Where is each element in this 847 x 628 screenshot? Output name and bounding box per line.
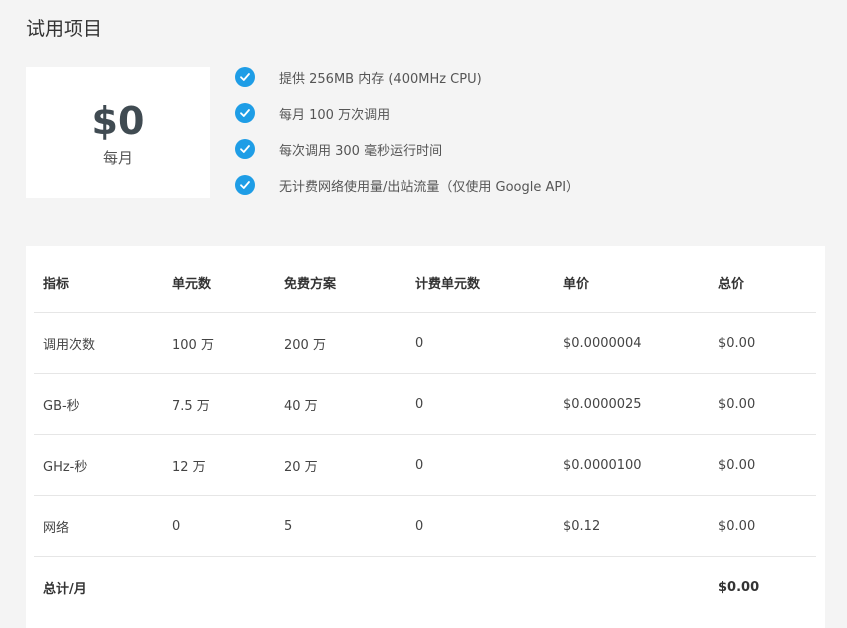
table-cell: 100 万 [163, 312, 275, 374]
header-unit-price: 单价 [554, 252, 709, 313]
total-label: 总计/月 [43, 581, 87, 597]
check-circle-icon [235, 103, 255, 123]
feature-text: 无计费网络使用量/出站流量（仅使用 Google API） [279, 179, 580, 195]
check-circle-icon [235, 175, 255, 195]
table-cell: $0.00 [709, 434, 816, 496]
feature-list: 提供 256MB 内存 (400MHz CPU) 每月 100 万次调用 每次调… [235, 66, 579, 210]
table-cell: 40 万 [275, 373, 406, 435]
table-cell: 12 万 [163, 434, 275, 496]
table-row: GHz-秒 12 万 20 万 0 $0.0000100 $0.00 [34, 434, 816, 496]
price-period: 每月 [102, 149, 133, 167]
header-free-tier: 免费方案 [275, 252, 406, 313]
price-card: $0 每月 [26, 67, 210, 198]
check-circle-icon [235, 67, 255, 87]
table-row: 网络 0 5 0 $0.12 $0.00 [34, 495, 816, 557]
table-cell: $0.00 [709, 373, 816, 435]
table-cell: $0.12 [554, 495, 709, 557]
header-metric: 指标 [34, 252, 163, 313]
feature-text: 提供 256MB 内存 (400MHz CPU) [279, 71, 482, 87]
table-cell: GB-秒 [34, 373, 163, 435]
table-cell: 5 [275, 495, 406, 557]
table-cell-empty [163, 557, 275, 618]
table-row: 调用次数 100 万 200 万 0 $0.0000004 $0.00 [34, 312, 816, 374]
feature-item: 无计费网络使用量/出站流量（仅使用 Google API） [235, 174, 579, 196]
table-cell-empty [554, 557, 709, 618]
feature-item: 每次调用 300 毫秒运行时间 [235, 138, 579, 160]
table-header-row: 指标 单元数 免费方案 计费单元数 单价 总价 [34, 252, 816, 313]
table-cell: 7.5 万 [163, 373, 275, 435]
table-cell: $0.00 [709, 312, 816, 374]
header-units: 单元数 [163, 252, 275, 313]
feature-item: 提供 256MB 内存 (400MHz CPU) [235, 66, 579, 88]
table-cell: 0 [163, 495, 275, 557]
table-cell: 200 万 [275, 312, 406, 374]
check-circle-icon [235, 139, 255, 159]
feature-item: 每月 100 万次调用 [235, 102, 579, 124]
pricing-table-card: 指标 单元数 免费方案 计费单元数 单价 总价 调用次数 100 万 200 万… [26, 246, 825, 628]
table-row: GB-秒 7.5 万 40 万 0 $0.0000025 $0.00 [34, 373, 816, 435]
table-cell: 0 [406, 495, 554, 557]
table-cell: $0.0000004 [554, 312, 709, 374]
feature-text: 每次调用 300 毫秒运行时间 [279, 143, 443, 159]
page-title: 试用项目 [26, 18, 103, 40]
table-cell: 调用次数 [34, 312, 163, 374]
pricing-table: 指标 单元数 免费方案 计费单元数 单价 总价 调用次数 100 万 200 万… [34, 252, 816, 617]
total-value: $0.00 [718, 579, 760, 595]
table-cell: GHz-秒 [34, 434, 163, 496]
table-cell: 20 万 [275, 434, 406, 496]
header-billable-units: 计费单元数 [406, 252, 554, 313]
table-cell: 0 [406, 434, 554, 496]
table-cell-empty [275, 557, 406, 618]
table-cell: $0.00 [709, 495, 816, 557]
table-cell: $0.0000100 [554, 434, 709, 496]
table-cell: 网络 [34, 495, 163, 557]
header-total-price: 总价 [709, 252, 816, 313]
total-row: 总计/月 $0.00 [34, 557, 816, 618]
table-cell-empty [406, 557, 554, 618]
table-cell: 0 [406, 312, 554, 374]
feature-text: 每月 100 万次调用 [279, 107, 391, 123]
price-amount: $0 [91, 99, 145, 143]
table-cell: 0 [406, 373, 554, 435]
table-cell: $0.0000025 [554, 373, 709, 435]
